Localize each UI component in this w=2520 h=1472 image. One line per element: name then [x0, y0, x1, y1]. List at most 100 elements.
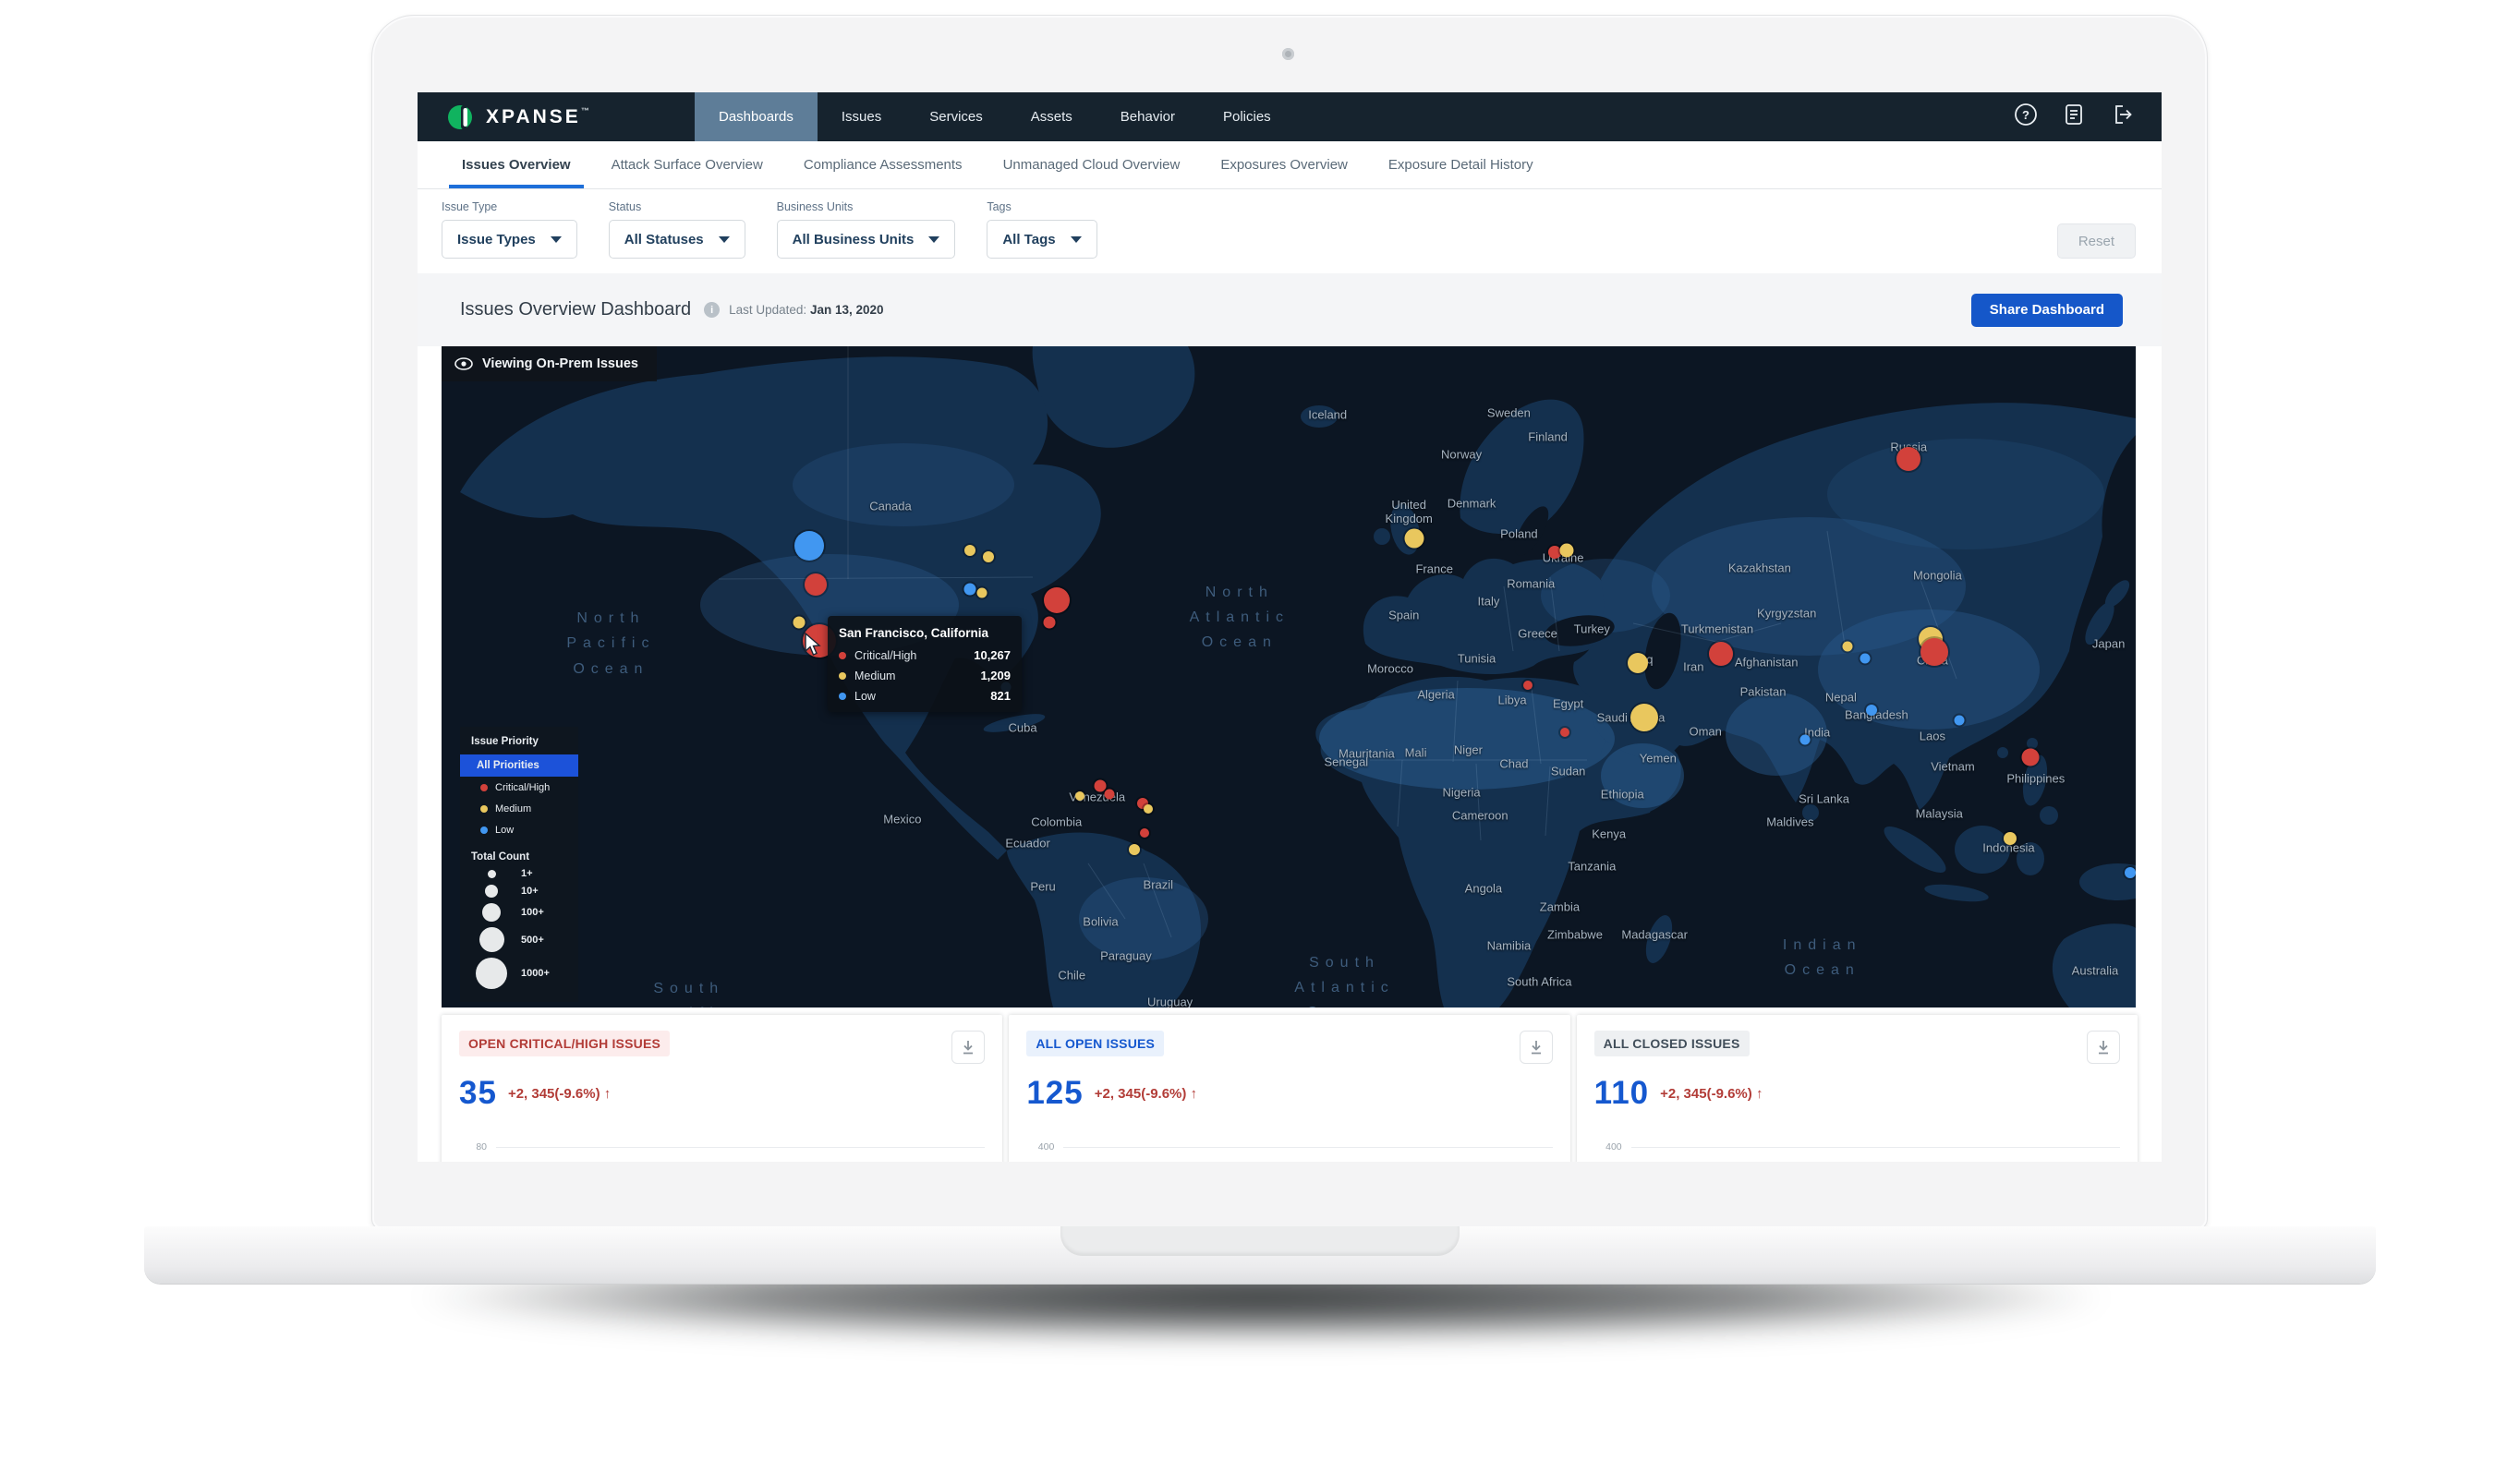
issue-marker-critical[interactable] — [1920, 638, 1948, 666]
issue-marker-low[interactable] — [794, 531, 824, 561]
main-nav: DashboardsIssuesServicesAssetsBehaviorPo… — [695, 92, 1295, 141]
issue-marker-low[interactable] — [1860, 653, 1870, 663]
issue-marker-low[interactable] — [1955, 715, 1965, 725]
issue-marker-medium[interactable] — [1630, 704, 1658, 731]
issue-marker-medium[interactable] — [964, 545, 975, 556]
dashboard-tabs: Issues OverviewAttack Surface OverviewCo… — [418, 141, 2162, 189]
tab-unmanaged-cloud-overview[interactable]: Unmanaged Cloud Overview — [983, 141, 1201, 188]
laptop-base — [144, 1226, 2376, 1284]
issue-marker-critical[interactable] — [1104, 790, 1114, 800]
gridline — [1063, 1147, 1552, 1148]
issue-marker-critical[interactable] — [1709, 642, 1733, 666]
tab-attack-surface-overview[interactable]: Attack Surface Overview — [591, 141, 783, 188]
issue-marker-medium[interactable] — [1075, 791, 1084, 801]
legend-item-medium[interactable]: Medium — [460, 798, 578, 819]
legend-all-priorities[interactable]: All Priorities — [460, 754, 578, 777]
sign-out-icon[interactable] — [2110, 103, 2134, 131]
tooltip-priority-label: Medium — [854, 670, 895, 682]
tab-exposure-detail-history[interactable]: Exposure Detail History — [1368, 141, 1554, 188]
filter-group-tags: Tags All Tags — [987, 200, 1096, 259]
tab-exposures-overview[interactable]: Exposures Overview — [1200, 141, 1368, 188]
tooltip-row: Medium 1,209 — [839, 669, 1011, 682]
issue-marker-medium[interactable] — [983, 551, 994, 562]
nav-item-dashboards[interactable]: Dashboards — [695, 92, 818, 141]
brand-logo[interactable]: XPANSE™ — [418, 92, 695, 141]
issue-marker-critical[interactable] — [1523, 681, 1533, 690]
size-dot-icon — [485, 885, 498, 898]
filter-group-issue-type: Issue Type Issue Types — [442, 200, 577, 259]
filter-select-business-units[interactable]: All Business Units — [777, 220, 956, 259]
filter-select-tags[interactable]: All Tags — [987, 220, 1096, 259]
map-tooltip: San Francisco, California Critical/High … — [828, 616, 1022, 712]
legend-size-label: 1+ — [521, 868, 533, 879]
filter-select-status[interactable]: All Statuses — [609, 220, 745, 259]
share-dashboard-button[interactable]: Share Dashboard — [1971, 294, 2123, 327]
chevron-down-icon — [551, 236, 562, 243]
issue-marker-medium[interactable] — [1843, 642, 1853, 652]
help-icon[interactable]: ? — [2014, 103, 2038, 131]
issue-marker-critical[interactable] — [1140, 828, 1149, 838]
page-title: Issues Overview Dashboard — [460, 299, 691, 320]
filter-label: Status — [609, 200, 745, 213]
nav-item-behavior[interactable]: Behavior — [1096, 92, 1199, 141]
issue-marker-low[interactable] — [964, 583, 976, 595]
kpi-card-title: OPEN CRITICAL/HIGH ISSUES — [459, 1031, 670, 1056]
reset-filters-button[interactable]: Reset — [2057, 223, 2136, 259]
issue-marker-low[interactable] — [2125, 867, 2136, 878]
issue-marker-medium[interactable] — [1628, 653, 1648, 673]
info-icon[interactable]: i — [704, 302, 720, 318]
kpi-card-2: ALL CLOSED ISSUES 110 +2, 345(-9.6%) ↑ 4… — [1577, 1015, 2138, 1162]
issue-marker-critical[interactable] — [1560, 728, 1569, 737]
dashboard-header: Issues Overview Dashboard i Last Updated… — [418, 273, 2162, 346]
issue-marker-medium[interactable] — [1144, 804, 1153, 814]
xpanse-logo-icon — [445, 103, 475, 132]
legend-size-row: 500+ — [460, 927, 578, 952]
axis-tick-label: 400 — [1026, 1141, 1054, 1152]
size-dot-icon — [482, 903, 501, 922]
issue-marker-medium[interactable] — [1404, 529, 1424, 549]
nav-item-assets[interactable]: Assets — [1007, 92, 1096, 141]
nav-item-policies[interactable]: Policies — [1199, 92, 1295, 141]
issue-marker-medium[interactable] — [1129, 844, 1140, 855]
issue-marker-critical[interactable] — [1044, 617, 1056, 629]
kpi-card-title: ALL CLOSED ISSUES — [1594, 1031, 1750, 1056]
issue-marker-critical[interactable] — [805, 573, 827, 596]
filter-value: All Tags — [1002, 232, 1055, 247]
download-icon[interactable] — [951, 1031, 985, 1064]
issue-marker-critical[interactable] — [1896, 447, 1920, 471]
gridline — [1631, 1147, 2120, 1148]
legend-item-critical[interactable]: Critical/High — [460, 777, 578, 798]
legend-size-label: 10+ — [521, 886, 539, 897]
kpi-mini-chart: 8060 — [459, 1134, 985, 1162]
issue-marker-medium[interactable] — [1559, 544, 1573, 558]
download-icon[interactable] — [1520, 1031, 1553, 1064]
tab-compliance-assessments[interactable]: Compliance Assessments — [783, 141, 983, 188]
axis-tick-label: 80 — [459, 1141, 487, 1152]
release-notes-icon[interactable] — [2062, 103, 2086, 131]
priority-dot-icon — [480, 805, 488, 813]
tooltip-priority-value: 1,209 — [980, 669, 1011, 682]
issue-marker-low[interactable] — [1800, 735, 1811, 745]
kpi-card-0: OPEN CRITICAL/HIGH ISSUES 35 +2, 345(-9.… — [442, 1015, 1002, 1162]
filter-label: Tags — [987, 200, 1096, 213]
legend-title: Issue Priority — [460, 736, 578, 747]
legend-size-row: 1+ — [460, 868, 578, 879]
nav-item-services[interactable]: Services — [905, 92, 1007, 141]
world-map[interactable]: North Pacific OceanNorth Atlantic OceanS… — [442, 346, 2136, 1007]
map-continents — [442, 346, 2136, 1007]
issue-marker-low[interactable] — [1866, 705, 1877, 716]
download-icon[interactable] — [2087, 1031, 2120, 1064]
issue-marker-critical[interactable] — [1044, 587, 1070, 613]
filter-select-issue-type[interactable]: Issue Types — [442, 220, 577, 259]
filter-label: Business Units — [777, 200, 956, 213]
legend-item-low[interactable]: Low — [460, 819, 578, 840]
map-view-badge: Viewing On-Prem Issues — [442, 346, 657, 381]
issue-marker-medium[interactable] — [977, 588, 987, 598]
kpi-card-title: ALL OPEN ISSUES — [1026, 1031, 1164, 1056]
tab-issues-overview[interactable]: Issues Overview — [442, 141, 591, 188]
nav-item-issues[interactable]: Issues — [818, 92, 905, 141]
issue-marker-medium[interactable] — [793, 617, 805, 629]
issue-marker-critical[interactable] — [2022, 748, 2040, 766]
issue-marker-medium[interactable] — [2004, 832, 2017, 845]
kpi-mini-chart: 400300 — [1026, 1134, 1552, 1162]
